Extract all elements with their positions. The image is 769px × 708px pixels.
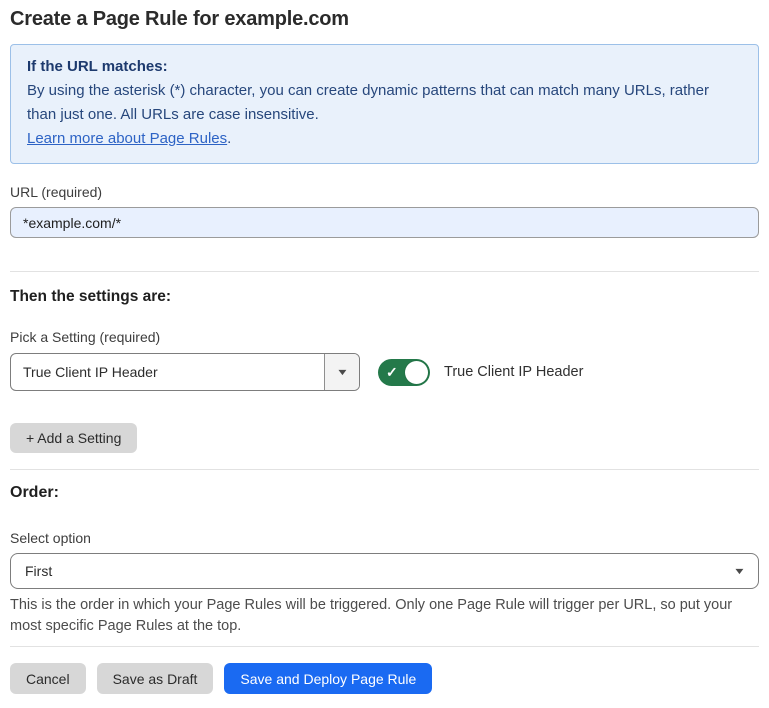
- pick-setting-label: Pick a Setting (required): [10, 329, 759, 345]
- info-box-body: By using the asterisk (*) character, you…: [27, 79, 742, 127]
- info-box-heading: If the URL matches:: [27, 55, 742, 79]
- save-and-deploy-button[interactable]: Save and Deploy Page Rule: [224, 663, 432, 694]
- divider: [10, 469, 759, 470]
- save-as-draft-button[interactable]: Save as Draft: [97, 663, 214, 694]
- toggle-knob: [405, 361, 428, 384]
- order-description: This is the order in which your Page Rul…: [10, 595, 759, 637]
- order-select-value: First: [25, 563, 52, 579]
- learn-more-link[interactable]: Learn more about Page Rules: [27, 130, 227, 147]
- settings-section-heading: Then the settings are:: [10, 288, 759, 306]
- page-rule-form: Create a Page Rule for example.com If th…: [0, 0, 769, 694]
- divider: [10, 646, 759, 647]
- toggle-label: True Client IP Header: [444, 364, 583, 380]
- check-icon: ✓: [386, 365, 398, 379]
- link-period: .: [227, 130, 231, 147]
- setting-select-arrow-box[interactable]: ▼: [324, 354, 359, 390]
- page-title: Create a Page Rule for example.com: [10, 8, 759, 31]
- url-field-label: URL (required): [10, 184, 759, 200]
- add-setting-button[interactable]: + Add a Setting: [10, 423, 137, 453]
- setting-select[interactable]: True Client IP Header ▼: [10, 353, 360, 391]
- chevron-down-icon: ▼: [733, 566, 746, 576]
- divider: [10, 271, 759, 272]
- chevron-down-icon: ▼: [335, 367, 348, 377]
- info-box-link-line: Learn more about Page Rules.: [27, 127, 742, 151]
- order-select[interactable]: First ▼: [10, 553, 759, 589]
- footer-actions: Cancel Save as Draft Save and Deploy Pag…: [10, 663, 759, 694]
- setting-select-value: True Client IP Header: [11, 354, 324, 390]
- setting-row: True Client IP Header ▼ ✓ True Client IP…: [10, 353, 759, 391]
- order-select-label: Select option: [10, 530, 759, 546]
- true-client-ip-toggle[interactable]: ✓: [378, 359, 430, 386]
- order-section-heading: Order:: [10, 484, 759, 502]
- url-input[interactable]: [10, 207, 759, 238]
- url-matches-info-box: If the URL matches: By using the asteris…: [10, 44, 759, 164]
- cancel-button[interactable]: Cancel: [10, 663, 86, 694]
